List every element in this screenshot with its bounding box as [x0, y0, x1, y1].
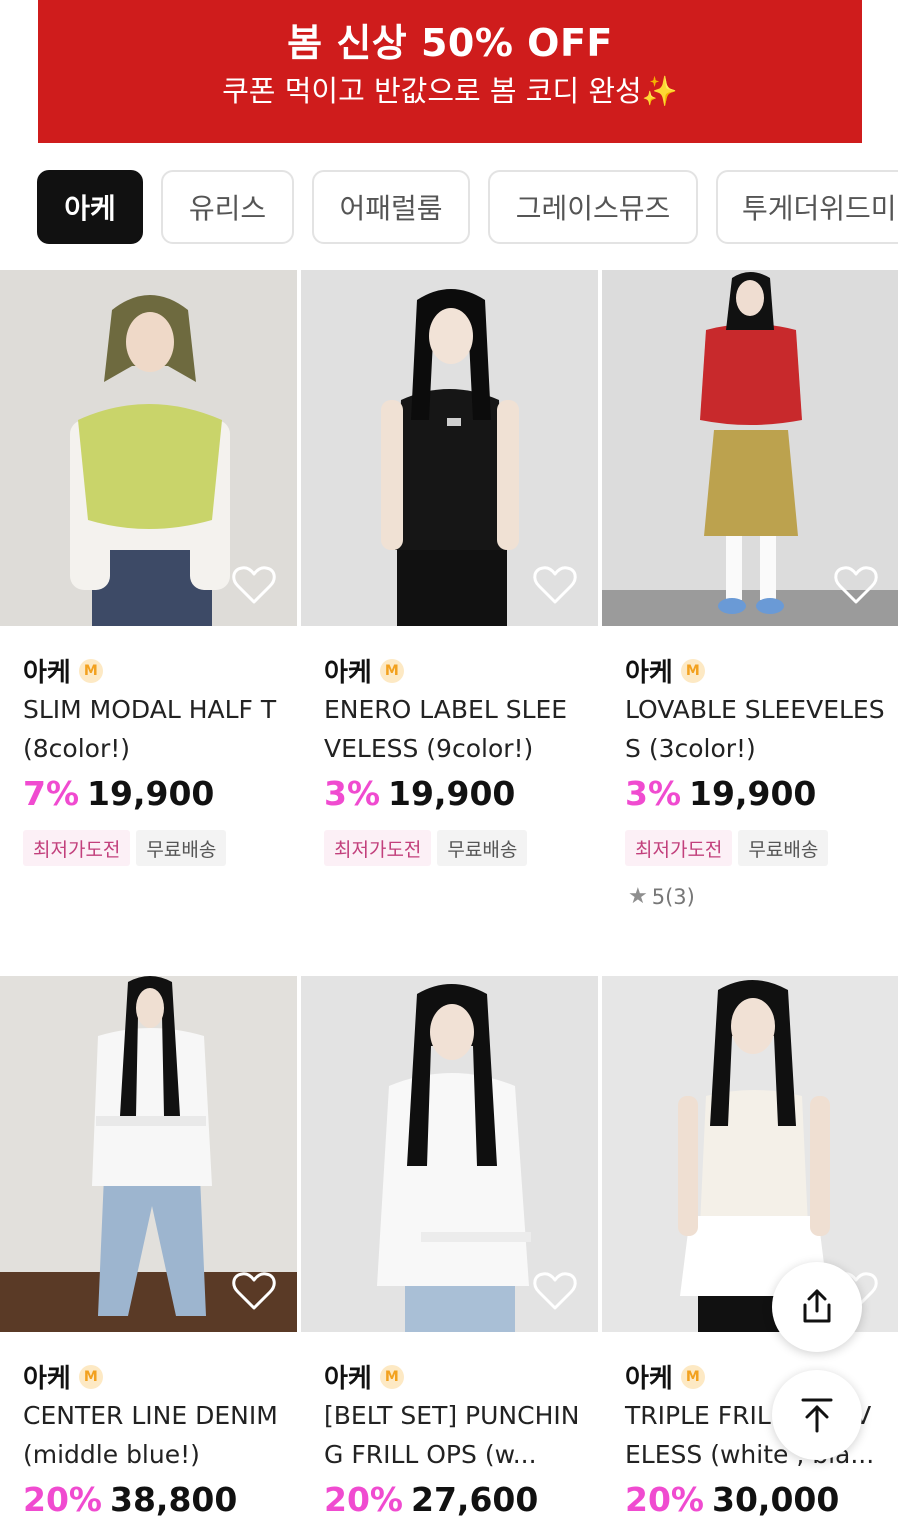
m-badge: M: [78, 1364, 103, 1389]
price: 38,800: [110, 1480, 238, 1519]
product-name[interactable]: ENERO LABEL SLEEVELESS (9color!): [324, 690, 584, 768]
scroll-to-top-button[interactable]: [772, 1370, 862, 1460]
brand-row: 아케 M: [23, 1358, 103, 1395]
product-photo[interactable]: [602, 270, 898, 626]
tag-free-shipping: 무료배송: [437, 830, 528, 866]
price-row: 20% 38,800: [23, 1480, 237, 1519]
tag-free-shipping: 무료배송: [738, 830, 829, 866]
brand-name: 아케: [324, 658, 372, 688]
heart-outline-icon[interactable]: [532, 564, 578, 606]
chip-brand-0[interactable]: 아케: [37, 170, 143, 244]
tag-lowest-price: 최저가도전: [625, 830, 733, 866]
product-photo[interactable]: [301, 270, 598, 626]
tag-lowest-price: 최저가도전: [23, 830, 131, 866]
m-badge: M: [680, 1364, 705, 1389]
price-row: 3% 19,900: [625, 774, 816, 813]
price-row: 20% 30,000: [625, 1480, 839, 1519]
banner-subtitle: 쿠폰 먹이고 반값으로 봄 코디 완성✨: [222, 74, 678, 108]
price-row: 20% 27,600: [324, 1480, 538, 1519]
arrow-up-to-top-icon: [801, 1398, 833, 1433]
brand-name: 아케: [324, 1364, 372, 1394]
m-badge: M: [680, 658, 705, 683]
heart-outline-icon[interactable]: [833, 564, 879, 606]
product-photo[interactable]: [301, 976, 598, 1332]
share-icon: [803, 1289, 831, 1323]
m-badge: M: [379, 658, 404, 683]
heart-outline-icon[interactable]: [231, 1270, 277, 1312]
chip-brand-4[interactable]: 투게더위드미: [716, 170, 898, 244]
price-row: 3% 19,900: [324, 774, 515, 813]
discount-rate: 3%: [324, 774, 381, 813]
tag-list: 최저가도전 무료배송: [625, 830, 834, 866]
price: 19,900: [388, 774, 516, 813]
product-name[interactable]: LOVABLE SLEEVELESS (3color!): [625, 690, 885, 768]
chip-brand-1[interactable]: 유리스: [161, 170, 294, 244]
product-name[interactable]: SLIM MODAL HALF T (8color!): [23, 690, 283, 768]
discount-rate: 20%: [324, 1480, 403, 1519]
tag-lowest-price: 최저가도전: [324, 830, 432, 866]
brand-row: 아케 M: [625, 1358, 705, 1395]
star-icon: ★: [628, 884, 648, 909]
tag-list: 최저가도전 무료배송: [23, 830, 232, 866]
tag-list: 최저가도전 무료배송: [324, 830, 533, 866]
chip-brand-3[interactable]: 그레이스뮤즈: [488, 170, 698, 244]
product-name[interactable]: CENTER LINE DENIM (middle blue!): [23, 1396, 283, 1474]
m-badge: M: [78, 658, 103, 683]
product-photo[interactable]: [0, 976, 297, 1332]
price-row: 7% 19,900: [23, 774, 214, 813]
product-card[interactable]: 아케 M ENERO LABEL SLEEVELESS (9color!) 3%…: [301, 270, 598, 950]
discount-rate: 20%: [23, 1480, 102, 1519]
m-badge: M: [379, 1364, 404, 1389]
rating-value: 5(3): [651, 884, 695, 909]
promo-banner[interactable]: 봄 신상 50% OFF 쿠폰 먹이고 반값으로 봄 코디 완성✨: [38, 0, 862, 143]
tag-free-shipping: 무료배송: [136, 830, 227, 866]
brand-name: 아케: [625, 1364, 673, 1394]
product-card[interactable]: 아케 M LOVABLE SLEEVELESS (3color!) 3% 19,…: [602, 270, 898, 950]
share-button[interactable]: [772, 1262, 862, 1352]
product-card[interactable]: 아케 M CENTER LINE DENIM (middle blue!) 20…: [0, 976, 297, 1532]
product-card[interactable]: 아케 M SLIM MODAL HALF T (8color!) 7% 19,9…: [0, 270, 297, 950]
product-photo[interactable]: [602, 976, 898, 1332]
brand-filter-chips: 아케 유리스 어패럴룸 그레이스뮤즈 투게더위드미: [37, 170, 898, 244]
brand-row: 아케 M: [324, 1358, 404, 1395]
discount-rate: 7%: [23, 774, 80, 813]
rating: ★ 5(3): [628, 884, 695, 909]
chip-brand-2[interactable]: 어패럴룸: [312, 170, 470, 244]
discount-rate: 3%: [625, 774, 682, 813]
brand-row: 아케 M: [625, 652, 705, 689]
discount-rate: 20%: [625, 1480, 704, 1519]
price: 27,600: [411, 1480, 539, 1519]
brand-name: 아케: [23, 658, 71, 688]
product-card[interactable]: 아케 M [BELT SET] PUNCHING FRILL OPS (w...…: [301, 976, 598, 1532]
brand-row: 아케 M: [324, 652, 404, 689]
price: 19,900: [87, 774, 215, 813]
price: 19,900: [689, 774, 817, 813]
price: 30,000: [712, 1480, 840, 1519]
heart-outline-icon[interactable]: [532, 1270, 578, 1312]
heart-outline-icon[interactable]: [231, 564, 277, 606]
banner-title: 봄 신상 50% OFF: [287, 21, 613, 65]
product-name[interactable]: [BELT SET] PUNCHING FRILL OPS (w...: [324, 1396, 584, 1474]
brand-name: 아케: [23, 1364, 71, 1394]
product-card[interactable]: 아케 M TRIPLE FRILL SLEEVELESS (white , bl…: [602, 976, 898, 1532]
brand-name: 아케: [625, 658, 673, 688]
brand-row: 아케 M: [23, 652, 103, 689]
product-photo[interactable]: [0, 270, 297, 626]
